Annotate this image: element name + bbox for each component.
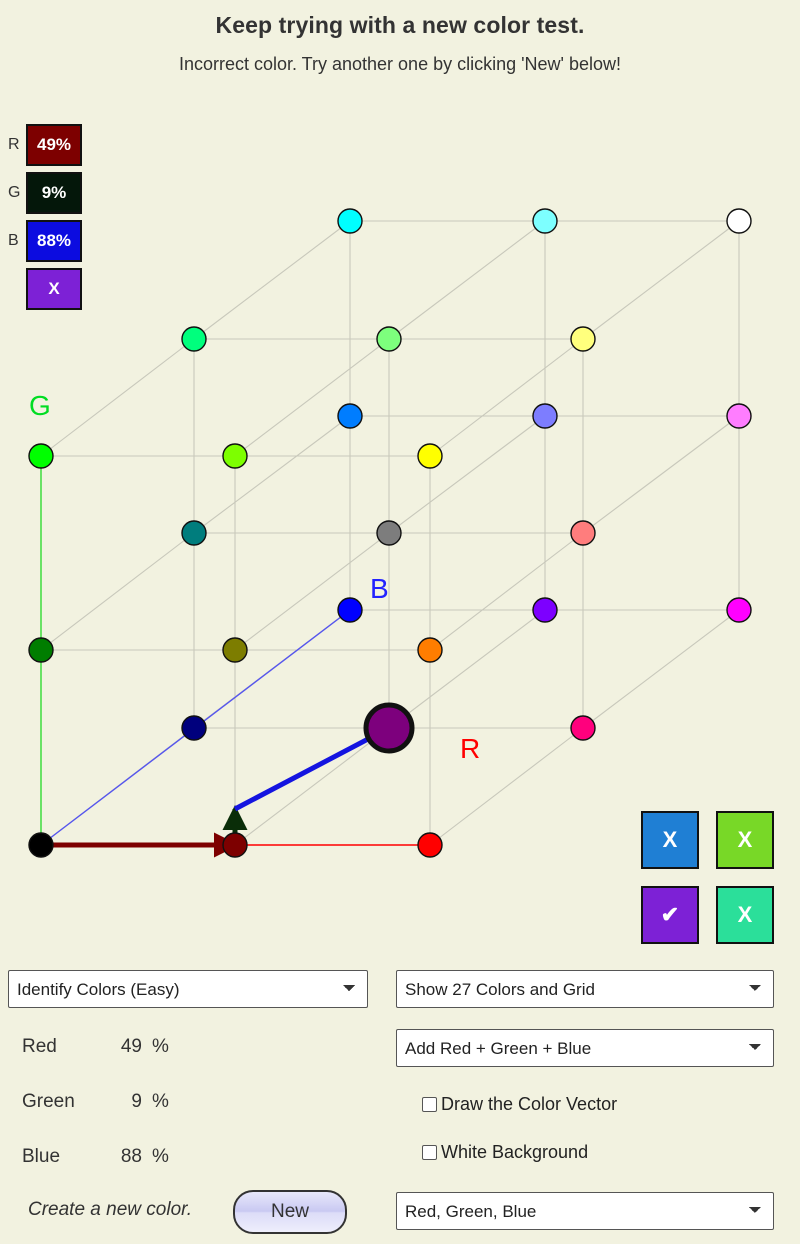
readout-red-name: Red <box>22 1036 57 1057</box>
white-background-checkbox[interactable] <box>422 1145 437 1160</box>
readout-blue-unit: % <box>152 1146 169 1167</box>
draw-vector-checkbox[interactable] <box>422 1097 437 1112</box>
draw-vector-label: Draw the Color Vector <box>441 1094 618 1114</box>
cube-node[interactable] <box>222 443 248 469</box>
readout-green-name: Green <box>22 1091 75 1112</box>
cube-node[interactable] <box>417 637 443 663</box>
order-select[interactable]: Red, Green, Blue <box>396 1192 774 1230</box>
cube-node[interactable] <box>532 403 558 429</box>
readout-green: Green 9 % <box>0 1091 380 1117</box>
readout-red-unit: % <box>152 1036 169 1057</box>
cube-node[interactable] <box>337 208 363 234</box>
cube-node[interactable] <box>28 443 54 469</box>
cube-node[interactable] <box>181 715 207 741</box>
axis-label: B <box>370 573 389 604</box>
answer-button-1[interactable]: X <box>641 811 699 869</box>
readout-red: Red 49 % <box>0 1036 380 1062</box>
cube-node[interactable] <box>28 637 54 663</box>
readout-blue-value: 88 <box>120 1146 142 1167</box>
cube-node[interactable] <box>181 520 207 546</box>
readout-red-value: 49 <box>120 1036 142 1057</box>
cube-node[interactable] <box>417 443 443 469</box>
cube-node[interactable] <box>337 403 363 429</box>
answer-button-3[interactable]: ✔ <box>641 886 699 944</box>
operation-select[interactable]: Add Red + Green + Blue <box>396 1029 774 1067</box>
cube-node[interactable] <box>532 597 558 623</box>
page-title: Keep trying with a new color test. <box>215 12 585 38</box>
white-background-label: White Background <box>441 1142 589 1162</box>
cube-color-nodes[interactable] <box>28 208 752 858</box>
cube-node[interactable] <box>417 832 443 858</box>
cube-node[interactable] <box>181 326 207 352</box>
new-color-label: Create a new color. <box>28 1199 193 1220</box>
rgb-color-cube[interactable]: R G B <box>0 95 800 895</box>
new-color-button[interactable]: New <box>233 1190 347 1234</box>
draw-vector-checkbox-row[interactable]: Draw the Color Vector <box>422 1094 617 1115</box>
readout-blue: Blue 88 % <box>0 1146 380 1172</box>
color-vector <box>41 725 393 858</box>
cube-node[interactable] <box>337 597 363 623</box>
readout-blue-name: Blue <box>22 1146 61 1167</box>
white-background-checkbox-row[interactable]: White Background <box>422 1142 588 1163</box>
answer-button-4[interactable]: X <box>716 886 774 944</box>
cube-node[interactable] <box>222 832 248 858</box>
readout-green-unit: % <box>152 1091 169 1112</box>
axis-label: G <box>29 390 51 421</box>
cube-node[interactable] <box>376 520 402 546</box>
display-select[interactable]: Show 27 Colors and Grid <box>396 970 774 1008</box>
cube-node[interactable] <box>28 832 54 858</box>
answer-button-2[interactable]: X <box>716 811 774 869</box>
cube-node[interactable] <box>726 403 752 429</box>
cube-axis-labels: R G B <box>29 390 480 764</box>
cube-node[interactable] <box>726 208 752 234</box>
status-message: Incorrect color. Try another one by clic… <box>178 54 622 74</box>
cube-node[interactable] <box>726 597 752 623</box>
cube-node[interactable] <box>222 637 248 663</box>
cube-node[interactable] <box>570 715 596 741</box>
answer-button-grid[interactable]: X X ✔ X <box>641 811 774 944</box>
mode-select[interactable]: Identify Colors (Easy) <box>8 970 368 1008</box>
cube-node[interactable] <box>570 520 596 546</box>
cube-node[interactable] <box>376 326 402 352</box>
readout-green-value: 9 <box>131 1091 142 1112</box>
cube-node[interactable] <box>570 326 596 352</box>
axis-label: R <box>460 733 480 764</box>
cube-node-selected[interactable] <box>363 702 415 754</box>
cube-node[interactable] <box>532 208 558 234</box>
